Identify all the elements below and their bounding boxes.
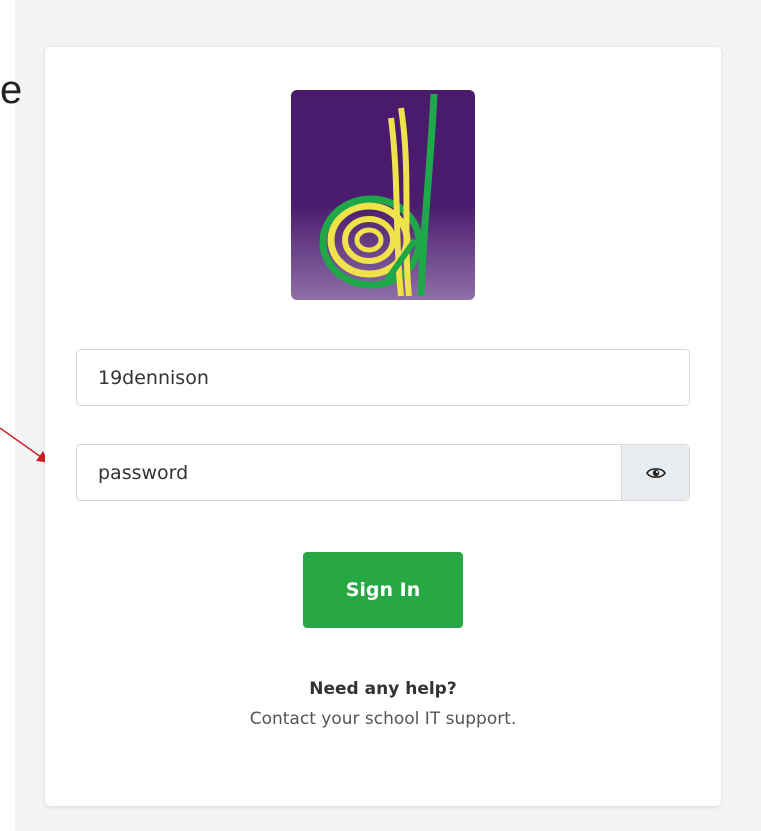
cropped-text: e [0,68,23,112]
eye-icon [645,467,666,478]
password-field-wrapper [76,444,690,501]
help-title: Need any help? [309,679,457,699]
show-password-button[interactable] [621,445,689,500]
help-text: Contact your school IT support. [249,709,517,729]
login-card: Sign In Need any help? Contact your scho… [45,47,721,806]
username-input[interactable] [77,350,689,405]
password-input[interactable] [77,445,621,500]
username-field-wrapper [76,349,690,406]
school-logo [291,90,475,300]
school-logo-image [291,90,475,300]
sign-in-button[interactable]: Sign In [303,552,463,628]
